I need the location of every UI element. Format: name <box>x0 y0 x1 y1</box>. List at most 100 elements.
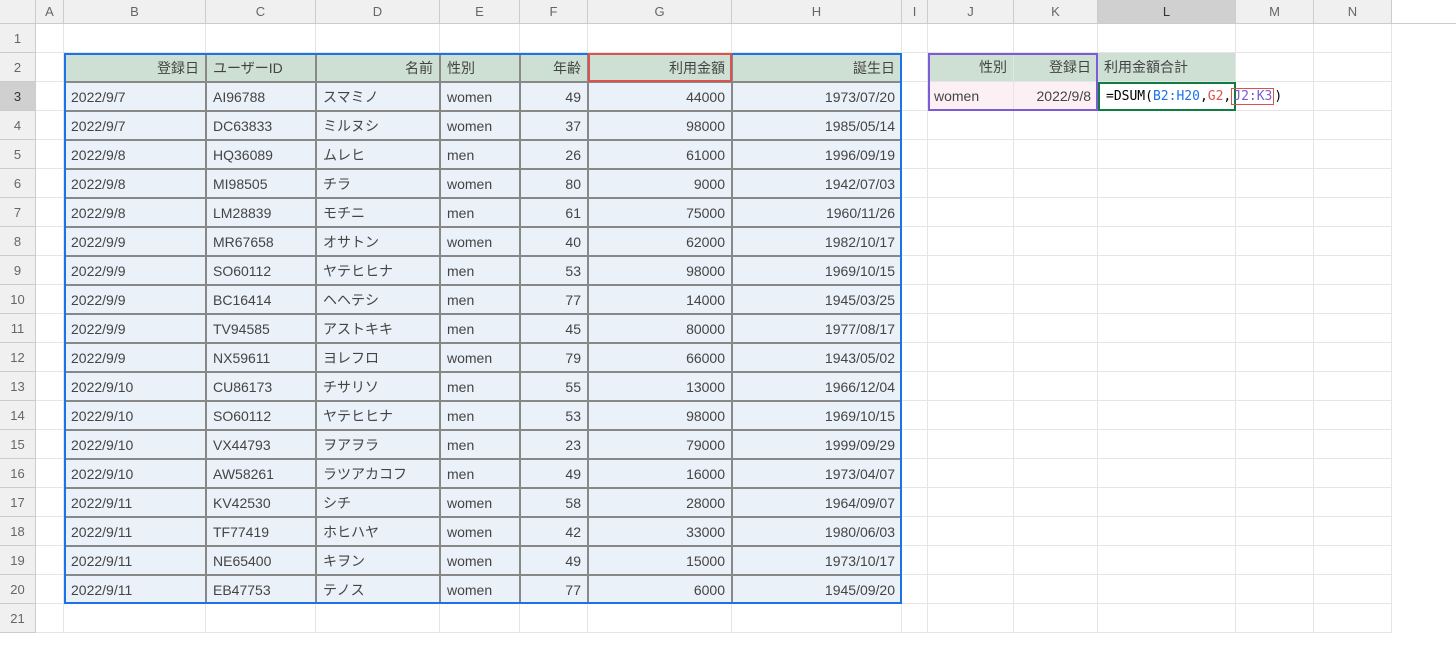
cell-A6[interactable] <box>36 169 64 198</box>
cell-B21[interactable] <box>64 604 206 633</box>
cell-F12[interactable]: 79 <box>520 343 588 372</box>
cell-L10[interactable] <box>1098 285 1236 314</box>
cell-I5[interactable] <box>902 140 928 169</box>
cell-H14[interactable]: 1969/10/15 <box>732 401 902 430</box>
cell-I18[interactable] <box>902 517 928 546</box>
row-header-3[interactable]: 3 <box>0 82 36 111</box>
cell-I6[interactable] <box>902 169 928 198</box>
cell-C18[interactable]: TF77419 <box>206 517 316 546</box>
cell-G7[interactable]: 75000 <box>588 198 732 227</box>
cell-I2[interactable] <box>902 53 928 82</box>
cell-N15[interactable] <box>1314 430 1392 459</box>
cell-C13[interactable]: CU86173 <box>206 372 316 401</box>
cell-E12[interactable]: women <box>440 343 520 372</box>
cell-G19[interactable]: 15000 <box>588 546 732 575</box>
cell-B11[interactable]: 2022/9/9 <box>64 314 206 343</box>
cell-B16[interactable]: 2022/9/10 <box>64 459 206 488</box>
cell-G15[interactable]: 79000 <box>588 430 732 459</box>
cell-I8[interactable] <box>902 227 928 256</box>
cell-C15[interactable]: VX44793 <box>206 430 316 459</box>
cell-M10[interactable] <box>1236 285 1314 314</box>
cell-D12[interactable]: ヨレフロ <box>316 343 440 372</box>
cell-C21[interactable] <box>206 604 316 633</box>
cell-F1[interactable] <box>520 24 588 53</box>
cell-M21[interactable] <box>1236 604 1314 633</box>
cell-H13[interactable]: 1966/12/04 <box>732 372 902 401</box>
cell-A11[interactable] <box>36 314 64 343</box>
cell-K17[interactable] <box>1014 488 1098 517</box>
cell-K12[interactable] <box>1014 343 1098 372</box>
cell-N19[interactable] <box>1314 546 1392 575</box>
cell-H8[interactable]: 1982/10/17 <box>732 227 902 256</box>
cell-B15[interactable]: 2022/9/10 <box>64 430 206 459</box>
cell-H2[interactable]: 誕生日 <box>732 53 902 82</box>
cell-F18[interactable]: 42 <box>520 517 588 546</box>
cell-J12[interactable] <box>928 343 1014 372</box>
cell-L6[interactable] <box>1098 169 1236 198</box>
cell-G1[interactable] <box>588 24 732 53</box>
cell-K19[interactable] <box>1014 546 1098 575</box>
cell-M13[interactable] <box>1236 372 1314 401</box>
cell-N2[interactable] <box>1314 53 1392 82</box>
cell-L1[interactable] <box>1098 24 1236 53</box>
cell-G20[interactable]: 6000 <box>588 575 732 604</box>
cell-N3[interactable] <box>1314 82 1392 111</box>
cell-E11[interactable]: men <box>440 314 520 343</box>
cell-J9[interactable] <box>928 256 1014 285</box>
cell-C20[interactable]: EB47753 <box>206 575 316 604</box>
cell-E15[interactable]: men <box>440 430 520 459</box>
cell-C9[interactable]: SO60112 <box>206 256 316 285</box>
cell-H15[interactable]: 1999/09/29 <box>732 430 902 459</box>
cell-M16[interactable] <box>1236 459 1314 488</box>
cell-E21[interactable] <box>440 604 520 633</box>
cell-B7[interactable]: 2022/9/8 <box>64 198 206 227</box>
cell-C3[interactable]: AI96788 <box>206 82 316 111</box>
cell-M18[interactable] <box>1236 517 1314 546</box>
cell-A13[interactable] <box>36 372 64 401</box>
select-all-corner[interactable] <box>0 0 36 23</box>
cell-L2[interactable]: 利用金額合計 <box>1098 53 1236 82</box>
cell-J1[interactable] <box>928 24 1014 53</box>
cell-B1[interactable] <box>64 24 206 53</box>
cell-E19[interactable]: women <box>440 546 520 575</box>
cell-D5[interactable]: ムレヒ <box>316 140 440 169</box>
cell-I19[interactable] <box>902 546 928 575</box>
cell-F2[interactable]: 年齢 <box>520 53 588 82</box>
cell-B17[interactable]: 2022/9/11 <box>64 488 206 517</box>
cell-L16[interactable] <box>1098 459 1236 488</box>
cell-M14[interactable] <box>1236 401 1314 430</box>
cell-L20[interactable] <box>1098 575 1236 604</box>
cell-H5[interactable]: 1996/09/19 <box>732 140 902 169</box>
cell-F13[interactable]: 55 <box>520 372 588 401</box>
cell-G17[interactable]: 28000 <box>588 488 732 517</box>
cell-K15[interactable] <box>1014 430 1098 459</box>
cell-H16[interactable]: 1973/04/07 <box>732 459 902 488</box>
cell-H11[interactable]: 1977/08/17 <box>732 314 902 343</box>
cell-D15[interactable]: ヲアヲラ <box>316 430 440 459</box>
cell-F17[interactable]: 58 <box>520 488 588 517</box>
cell-H6[interactable]: 1942/07/03 <box>732 169 902 198</box>
cell-K20[interactable] <box>1014 575 1098 604</box>
cell-J10[interactable] <box>928 285 1014 314</box>
cell-A8[interactable] <box>36 227 64 256</box>
cell-N12[interactable] <box>1314 343 1392 372</box>
cell-D13[interactable]: チサリソ <box>316 372 440 401</box>
cell-I13[interactable] <box>902 372 928 401</box>
cell-K16[interactable] <box>1014 459 1098 488</box>
cell-M6[interactable] <box>1236 169 1314 198</box>
cell-N9[interactable] <box>1314 256 1392 285</box>
active-cell-L3[interactable]: =DSUM(B2:H20,G2,J2:K3) <box>1098 82 1236 111</box>
cell-J14[interactable] <box>928 401 1014 430</box>
cell-L5[interactable] <box>1098 140 1236 169</box>
cell-L18[interactable] <box>1098 517 1236 546</box>
cell-E7[interactable]: men <box>440 198 520 227</box>
cell-B20[interactable]: 2022/9/11 <box>64 575 206 604</box>
cell-J19[interactable] <box>928 546 1014 575</box>
cell-D7[interactable]: モチニ <box>316 198 440 227</box>
row-header-8[interactable]: 8 <box>0 227 36 256</box>
cell-B10[interactable]: 2022/9/9 <box>64 285 206 314</box>
cell-K18[interactable] <box>1014 517 1098 546</box>
cell-M12[interactable] <box>1236 343 1314 372</box>
cell-E17[interactable]: women <box>440 488 520 517</box>
cell-H18[interactable]: 1980/06/03 <box>732 517 902 546</box>
